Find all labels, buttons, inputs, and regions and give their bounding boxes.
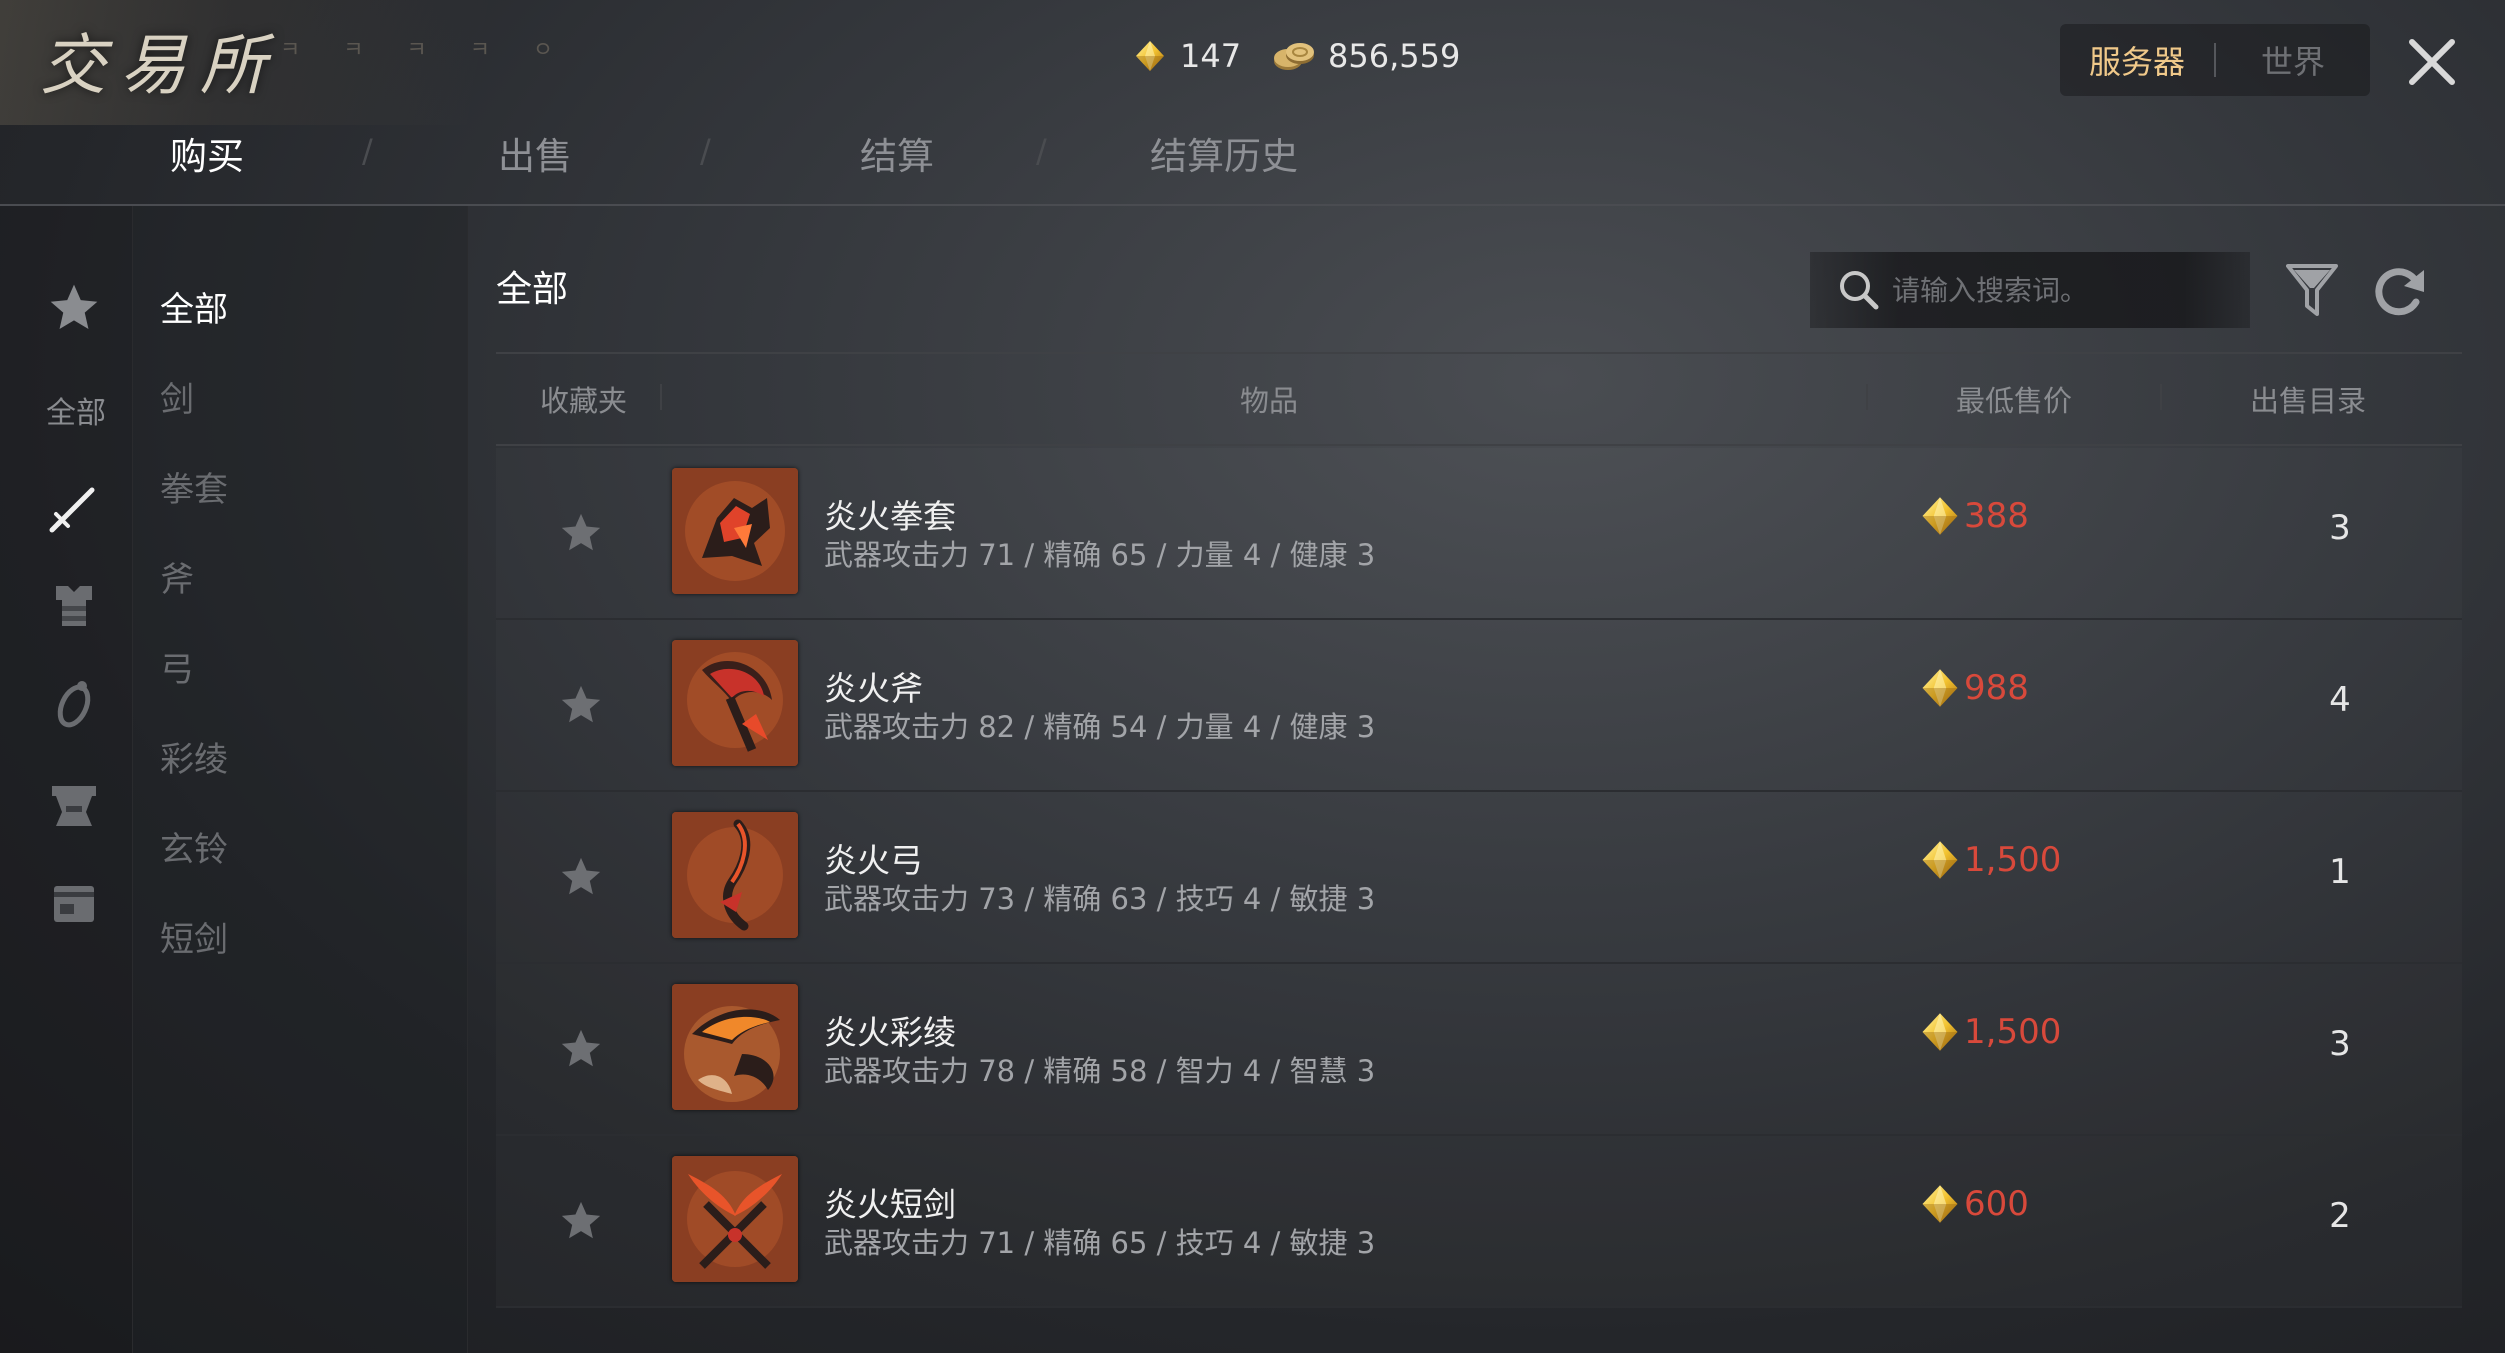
search-input[interactable] [1890,272,2244,308]
server-world-toggle[interactable]: 服务器 世界 [2060,24,2370,96]
listing-count: 2 [2329,1196,2351,1236]
filter-icon[interactable] [2286,262,2338,318]
tab-sell[interactable]: 出售 [498,126,572,180]
table-row[interactable]: 炎火弓 武器攻击力 73 / 精确 63 / 技巧 4 / 敏捷 3 1,500… [496,792,2462,964]
item-name: 炎火斧 [824,669,923,708]
armor-icon[interactable] [46,578,102,634]
category-ribbon[interactable]: 彩绫 [160,732,228,781]
gem-icon [1920,1012,1960,1052]
item-name: 炎火拳套 [824,497,956,536]
weapon-sword-icon[interactable] [46,480,102,536]
item-name: 炎火弓 [824,841,923,880]
gem-icon [1920,840,1960,880]
listing-count: 3 [2329,508,2351,548]
category-bow[interactable]: 弓 [160,642,194,691]
server-option[interactable]: 服务器 [2060,37,2214,83]
item-name: 炎火彩绫 [824,1013,956,1052]
chest-icon[interactable] [46,778,102,834]
gem-icon [1920,1184,1960,1224]
tab-divider: / [1036,132,1047,170]
favorite-star-icon[interactable] [558,682,604,728]
listing-count: 1 [2329,852,2351,892]
header-favorite: 收藏夹 [540,384,628,418]
tab-divider: / [700,132,711,170]
coin-currency: 856,559 [1272,34,1460,78]
lowest-price: 988 [1964,668,2029,708]
price-cell: 1,500 [1920,1012,2061,1052]
category-bell[interactable]: 玄铃 [160,822,228,871]
table-row[interactable]: 炎火拳套 武器攻击力 71 / 精确 65 / 力量 4 / 健康 3 388 … [496,448,2462,620]
gem-currency: 147 [1134,34,1241,78]
gem-icon [1134,40,1166,72]
item-icon-ribbon [672,984,798,1110]
tab-settlement[interactable]: 结算 [860,126,934,180]
favorite-star-icon[interactable] [558,854,604,900]
item-stats: 武器攻击力 73 / 精确 63 / 技巧 4 / 敏捷 3 [824,882,1376,916]
item-stats: 武器攻击力 71 / 精确 65 / 力量 4 / 健康 3 [824,538,1376,572]
item-icon-bow [672,812,798,938]
price-cell: 988 [1920,668,2029,708]
gem-icon [1920,496,1960,536]
favorite-star-icon[interactable] [558,1198,604,1244]
accessory-ring-icon[interactable] [46,676,102,732]
table-header-divider [496,444,2462,446]
favorite-star-icon[interactable] [558,1026,604,1072]
table-top-divider [496,352,2462,354]
price-cell: 1,500 [1920,840,2061,880]
coin-stack-icon [1274,43,1314,70]
world-option[interactable]: 世界 [2216,37,2370,83]
coin-amount: 856,559 [1328,37,1461,75]
price-cell: 600 [1920,1184,2029,1224]
refresh-icon[interactable] [2370,262,2428,320]
price-cell: 388 [1920,496,2029,536]
header-listings[interactable]: 出售目录 [2250,378,2366,420]
item-stats: 武器攻击力 78 / 精确 58 / 智力 4 / 智慧 3 [824,1054,1376,1088]
category-dagger[interactable]: 短剑 [160,912,228,961]
favorite-star-icon[interactable] [46,280,102,336]
item-stats: 武器攻击力 71 / 精确 65 / 技巧 4 / 敏捷 3 [824,1226,1376,1260]
item-name: 炎火短剑 [824,1185,956,1224]
table-row[interactable]: 炎火斧 武器攻击力 82 / 精确 54 / 力量 4 / 健康 3 988 4 [496,620,2462,792]
header-item: 物品 [1240,384,1299,418]
item-icon-gauntlet [672,468,798,594]
item-icon-axe [672,640,798,766]
gem-icon [1920,668,1960,708]
header-lowest-price[interactable]: 最低售价 [1956,378,2072,420]
rail-all-label[interactable]: 全部 [46,388,106,432]
category-gauntlet[interactable]: 拳套 [160,462,228,511]
exchange-subtitle: ㅋ ㅋ ㅋ ㅋ ㅇ [280,38,572,63]
favorite-star-icon[interactable] [558,510,604,556]
header-separator [1866,384,1868,410]
table-row[interactable]: 炎火彩绫 武器攻击力 78 / 精确 58 / 智力 4 / 智慧 3 1,50… [496,964,2462,1136]
lowest-price: 1,500 [1964,1012,2062,1052]
tab-settlement-history[interactable]: 结算历史 [1150,126,1298,180]
category-sword[interactable]: 剑 [160,372,194,421]
exchange-title: 交易所 [40,27,280,104]
listing-count: 4 [2329,680,2351,720]
header-separator [660,384,662,410]
lowest-price: 388 [1964,496,2029,536]
table-row[interactable]: 炎火短剑 武器攻击力 71 / 精确 65 / 技巧 4 / 敏捷 3 600 … [496,1136,2462,1308]
category-axe[interactable]: 斧 [160,552,194,601]
item-icon-dagger [672,1156,798,1282]
header-separator [2160,384,2162,410]
gem-amount: 147 [1180,37,1242,75]
lowest-price: 1,500 [1964,840,2062,880]
tab-buy[interactable]: 购买 [170,126,244,180]
search-icon [1840,271,1879,310]
search-box[interactable] [1810,252,2250,328]
content-title: 全部 [496,269,569,310]
item-stats: 武器攻击力 82 / 精确 54 / 力量 4 / 健康 3 [824,710,1376,744]
category-all[interactable]: 全部 [160,282,228,331]
card-icon[interactable] [46,876,102,932]
listing-count: 3 [2329,1024,2351,1064]
lowest-price: 600 [1964,1184,2029,1224]
tab-divider: / [362,132,373,170]
close-icon[interactable] [2404,34,2460,90]
